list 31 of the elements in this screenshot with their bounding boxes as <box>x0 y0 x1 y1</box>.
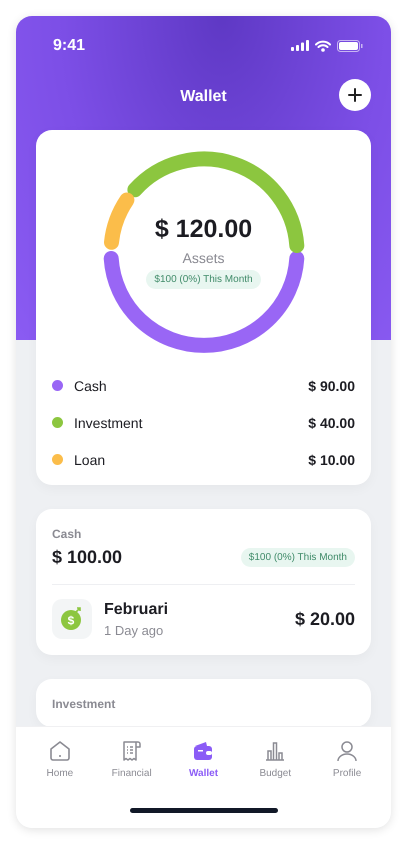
change-badge: $100 (0%) This Month <box>240 548 355 567</box>
account-amount: $ 100.00 <box>52 547 122 568</box>
legend-amount: $ 10.00 <box>308 452 355 468</box>
home-icon <box>48 739 72 763</box>
account-title: Investment <box>52 697 116 711</box>
battery-icon <box>337 40 363 52</box>
page-title: Wallet <box>180 88 227 106</box>
status-time: 9:41 <box>53 36 86 55</box>
transaction-time: 1 Day ago <box>104 622 164 638</box>
legend-label: Cash <box>74 378 108 394</box>
legend-amount: $ 90.00 <box>308 378 355 394</box>
legend-amount: $ 40.00 <box>308 414 355 430</box>
transaction-name: Februari <box>104 600 170 618</box>
assets-label: Assets <box>182 250 224 266</box>
legend-label: Investment <box>74 414 144 430</box>
person-icon <box>335 739 360 763</box>
nav-tab[interactable]: Profile <box>311 733 383 793</box>
nav-tab[interactable]: Financial <box>96 733 168 793</box>
nav-tab[interactable]: Wallet <box>168 733 240 793</box>
signal-icon <box>291 40 309 52</box>
total-amount: $ 120.00 <box>154 215 252 244</box>
dollar-coin-icon: $ <box>52 599 92 639</box>
plus-icon <box>348 88 362 102</box>
transaction-amount: $ 20.00 <box>294 608 355 630</box>
add-button[interactable] <box>339 79 371 112</box>
account-title: Cash <box>52 527 82 541</box>
change-badge: $100 (0%) This Month <box>146 270 261 289</box>
nav-tab[interactable]: Home <box>24 733 96 793</box>
wifi-icon <box>315 40 331 52</box>
legend-label: Loan <box>74 452 106 468</box>
nav-tab[interactable]: Budget <box>239 733 312 793</box>
